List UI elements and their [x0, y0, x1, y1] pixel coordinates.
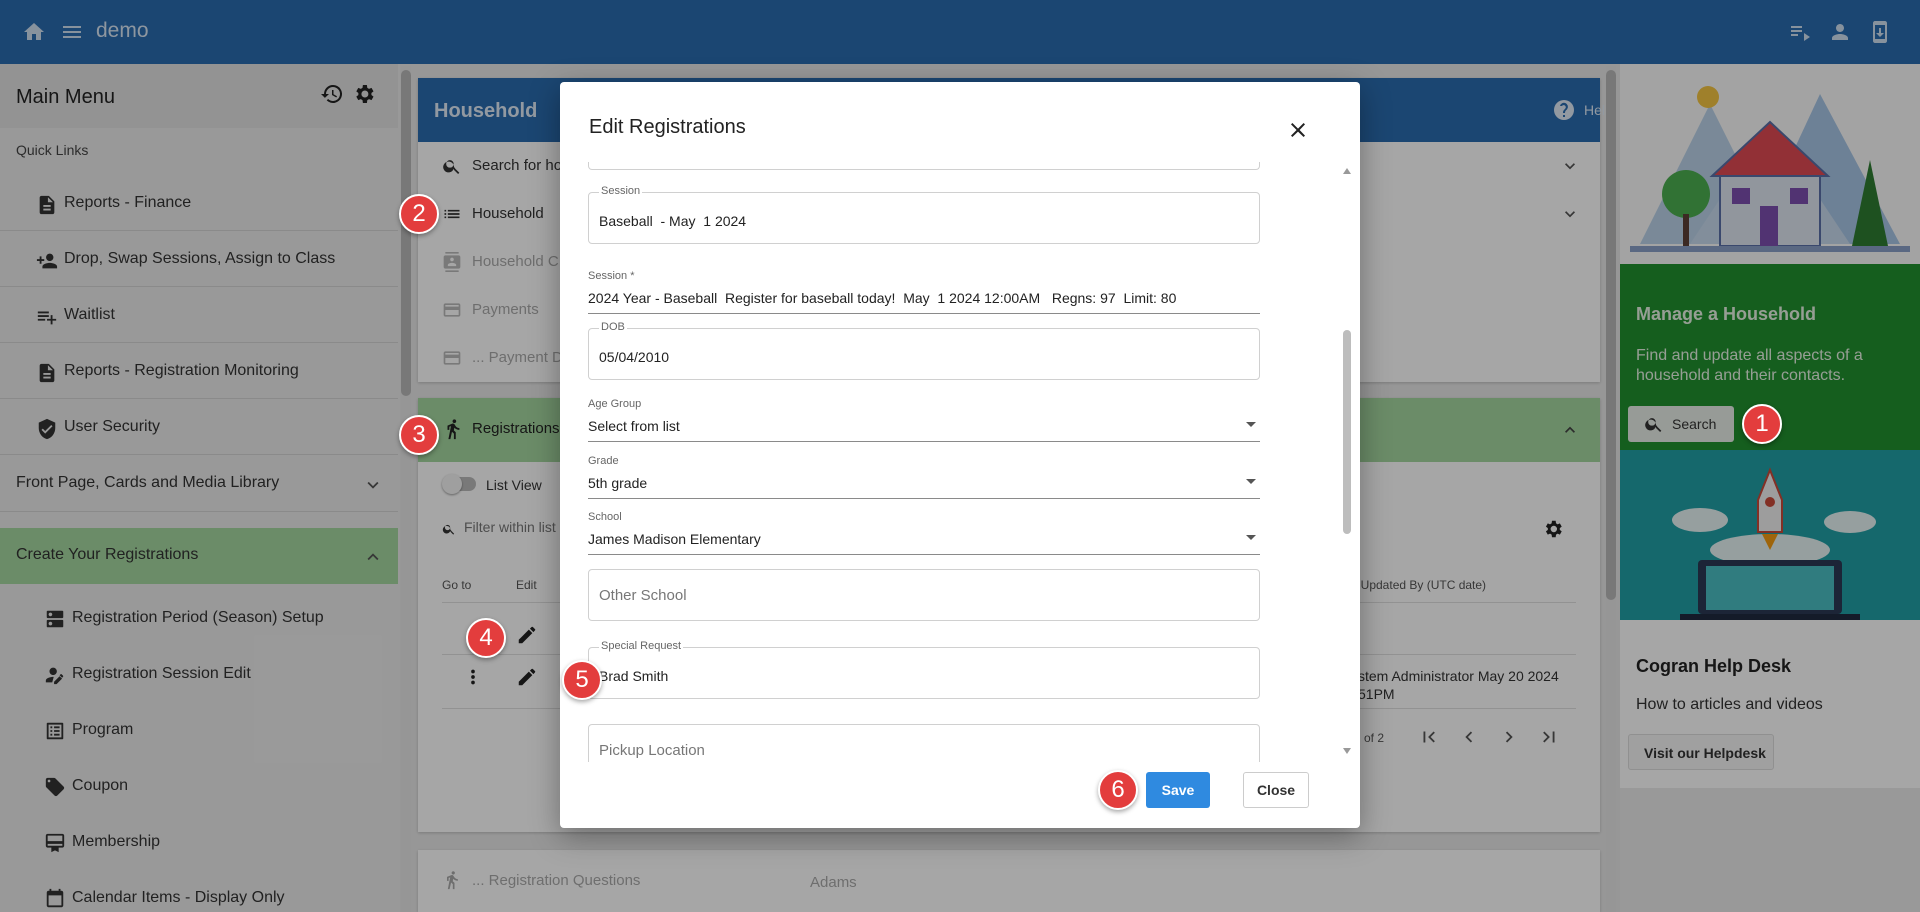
- school-select[interactable]: School James Madison Elementary: [588, 511, 1260, 555]
- special-request-input[interactable]: Special Request Brad Smith: [588, 640, 1260, 699]
- close-button[interactable]: Close: [1243, 772, 1309, 808]
- grade-select[interactable]: Grade 5th grade: [588, 455, 1260, 499]
- dob-field[interactable]: DOB 05/04/2010: [588, 321, 1260, 380]
- field-label: Grade: [588, 455, 619, 467]
- field-label: School: [588, 511, 622, 523]
- callout-badge-1: 1: [1742, 404, 1782, 444]
- field-placeholder: Other School: [599, 587, 687, 604]
- other-school-input[interactable]: Other School: [588, 569, 1260, 621]
- field-placeholder: Pickup Location: [599, 742, 705, 759]
- session-select[interactable]: Session * 2024 Year - Baseball Register …: [588, 270, 1260, 314]
- field-label: Special Request: [599, 640, 684, 652]
- pickup-location-input[interactable]: Pickup Location: [588, 724, 1260, 762]
- field-value: 5th grade: [588, 475, 648, 491]
- dropdown-caret-icon: [1246, 422, 1256, 427]
- field-label: Age Group: [588, 398, 642, 410]
- field-value: James Madison Elementary: [588, 531, 761, 547]
- field-value: 05/04/2010: [599, 349, 670, 365]
- edit-registrations-dialog: Edit Registrations Session Baseball - Ma…: [560, 82, 1360, 828]
- callout-badge-4: 4: [466, 618, 506, 658]
- field-value: Baseball - May 1 2024: [599, 213, 747, 229]
- scroll-down-icon[interactable]: [1343, 748, 1351, 754]
- field-value: Select from list: [588, 418, 680, 434]
- dropdown-caret-icon: [1246, 535, 1256, 540]
- dialog-title: Edit Registrations: [589, 116, 746, 138]
- dialog-scrollbar-thumb[interactable]: [1343, 330, 1351, 534]
- registration-form: Session Baseball - May 1 2024 Session * …: [588, 162, 1308, 762]
- scroll-up-icon[interactable]: [1343, 168, 1351, 174]
- previous-field-box: [588, 162, 1260, 170]
- field-value: Brad Smith: [599, 668, 669, 684]
- session-field[interactable]: Session Baseball - May 1 2024: [588, 185, 1260, 244]
- dialog-scrollbar[interactable]: [1340, 162, 1354, 758]
- callout-badge-2: 2: [399, 194, 439, 234]
- dropdown-caret-icon: [1246, 479, 1256, 484]
- field-label: Session: [599, 185, 643, 197]
- callout-badge-6: 6: [1098, 770, 1138, 810]
- close-icon[interactable]: [1286, 118, 1310, 142]
- callout-badge-3: 3: [399, 415, 439, 455]
- age-group-select[interactable]: Age Group Select from list: [588, 398, 1260, 442]
- field-label: Session *: [588, 270, 635, 282]
- field-label: DOB: [599, 321, 627, 333]
- callout-badge-5: 5: [562, 660, 602, 700]
- field-value: 2024 Year - Baseball Register for baseba…: [588, 290, 1177, 306]
- save-button[interactable]: Save: [1146, 772, 1210, 808]
